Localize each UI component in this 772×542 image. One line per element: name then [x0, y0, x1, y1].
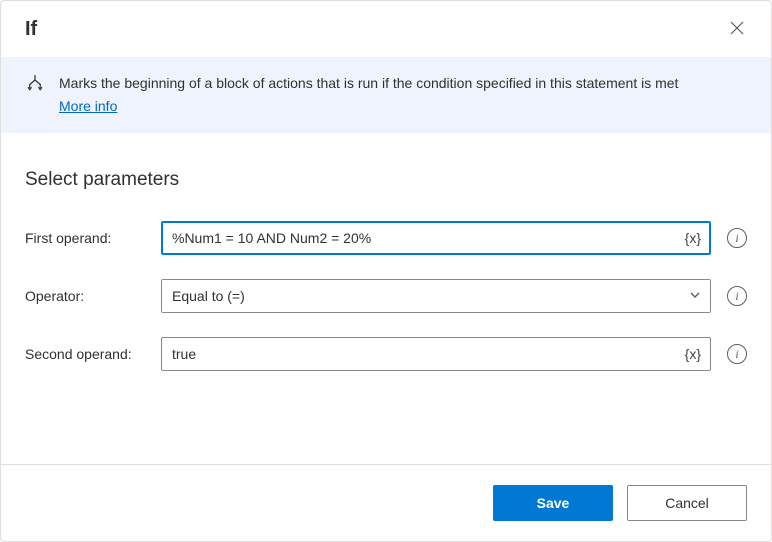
- close-icon: [730, 21, 744, 38]
- first-operand-input[interactable]: [161, 221, 711, 255]
- operator-info-button[interactable]: i: [727, 286, 747, 306]
- operator-label: Operator:: [25, 288, 145, 304]
- cancel-button[interactable]: Cancel: [627, 485, 747, 521]
- info-text: Marks the beginning of a block of action…: [59, 73, 678, 117]
- info-description: Marks the beginning of a block of action…: [59, 75, 678, 91]
- dialog-header: If: [1, 1, 771, 57]
- parameters-title: Select parameters: [25, 169, 747, 191]
- dialog-footer: Save Cancel: [1, 464, 771, 541]
- branch-icon: [25, 73, 45, 93]
- first-operand-input-wrap: {x}: [161, 221, 711, 255]
- second-operand-input[interactable]: [161, 337, 711, 371]
- info-bar: Marks the beginning of a block of action…: [1, 57, 771, 133]
- first-operand-row: First operand: {x} i: [25, 221, 747, 255]
- second-operand-input-wrap: {x}: [161, 337, 711, 371]
- operator-row: Operator: Equal to (=) i: [25, 279, 747, 313]
- variable-picker-icon[interactable]: {x}: [683, 344, 703, 364]
- close-button[interactable]: [723, 15, 751, 43]
- first-operand-label: First operand:: [25, 230, 145, 246]
- second-operand-label: Second operand:: [25, 346, 145, 362]
- operator-select-wrap: Equal to (=): [161, 279, 711, 313]
- second-operand-info-button[interactable]: i: [727, 344, 747, 364]
- variable-picker-icon[interactable]: {x}: [683, 228, 703, 248]
- dialog-title: If: [25, 18, 37, 41]
- save-button[interactable]: Save: [493, 485, 613, 521]
- first-operand-info-button[interactable]: i: [727, 228, 747, 248]
- second-operand-row: Second operand: {x} i: [25, 337, 747, 371]
- more-info-link[interactable]: More info: [59, 96, 117, 117]
- parameters-section: Select parameters First operand: {x} i O…: [1, 133, 771, 464]
- operator-select[interactable]: Equal to (=): [161, 279, 711, 313]
